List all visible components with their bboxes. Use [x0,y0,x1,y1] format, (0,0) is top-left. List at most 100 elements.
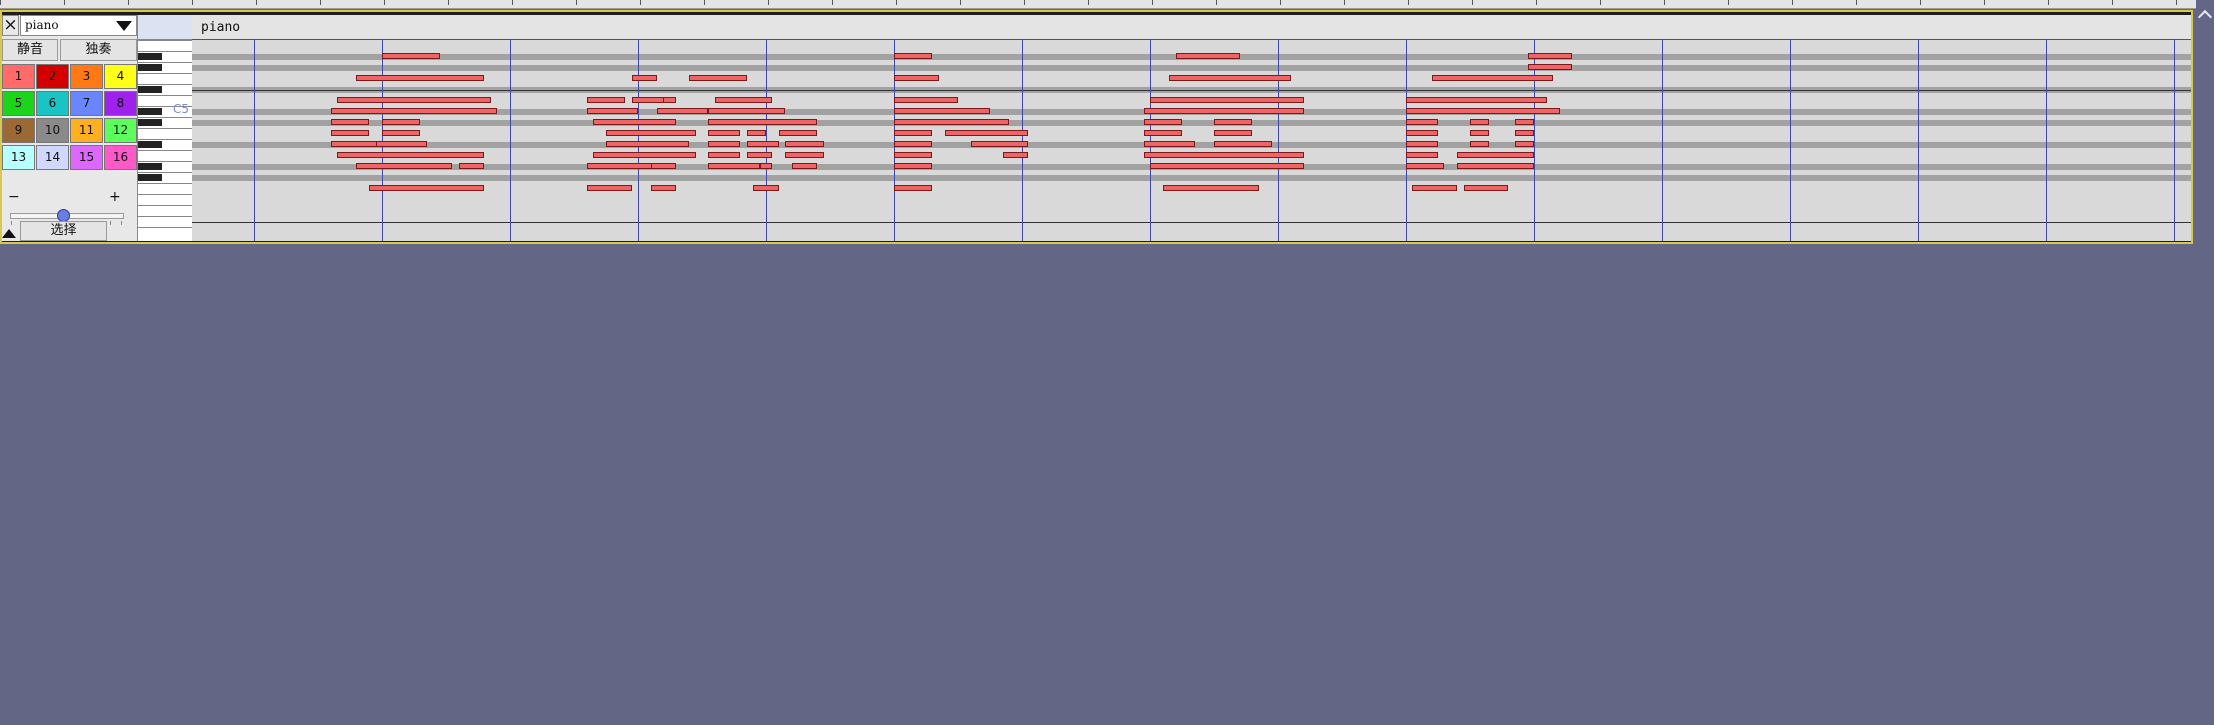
channel-button-13[interactable]: 13 [2,145,35,170]
midi-note[interactable] [1002,152,1029,158]
midi-note[interactable] [708,119,818,125]
white-key[interactable] [138,150,192,151]
white-key[interactable] [138,106,192,107]
midi-note[interactable] [1514,141,1534,147]
midi-note[interactable] [894,53,933,59]
channel-button-8[interactable]: 8 [104,91,137,116]
midi-note[interactable] [606,141,690,147]
channel-button-6[interactable]: 6 [36,91,69,116]
midi-note[interactable] [791,163,818,169]
white-key[interactable] [138,84,192,85]
piano-keyboard[interactable]: C5 [138,15,192,241]
midi-note[interactable] [1514,119,1534,125]
midi-note[interactable] [586,185,632,191]
midi-note[interactable] [1214,130,1253,136]
black-key[interactable] [138,174,162,181]
channel-button-15[interactable]: 15 [70,145,103,170]
midi-note[interactable] [1470,141,1490,147]
midi-note[interactable] [356,163,453,169]
midi-note[interactable] [458,163,485,169]
midi-note[interactable] [894,141,933,147]
white-key[interactable] [138,51,192,52]
channel-button-1[interactable]: 1 [2,64,35,89]
instrument-select[interactable]: piano [20,15,137,36]
piano-roll[interactable]: piano [192,15,2191,241]
channel-button-7[interactable]: 7 [70,91,103,116]
channel-button-14[interactable]: 14 [36,145,69,170]
white-key[interactable] [138,73,192,74]
midi-note[interactable] [1406,97,1547,103]
volume-minus-icon[interactable]: − [8,189,20,205]
midi-note[interactable] [330,130,370,136]
midi-note[interactable] [1457,163,1534,169]
white-key[interactable] [138,62,192,63]
white-key[interactable] [138,183,192,184]
white-key[interactable] [138,40,192,41]
white-key[interactable] [138,205,192,206]
black-key[interactable] [138,53,162,60]
white-key[interactable] [138,172,192,173]
midi-note[interactable] [753,185,779,191]
collapse-icon[interactable] [2,229,16,238]
midi-note[interactable] [330,119,370,125]
midi-note[interactable] [894,97,958,103]
channel-button-3[interactable]: 3 [70,64,103,89]
midi-note[interactable] [375,141,427,147]
midi-note[interactable] [1143,152,1304,158]
midi-note[interactable] [894,119,1010,125]
black-key[interactable] [138,119,162,126]
midi-note[interactable] [382,119,421,125]
midi-note[interactable] [746,141,779,147]
midi-note[interactable] [382,53,440,59]
midi-note[interactable] [1214,141,1272,147]
white-key[interactable] [138,216,192,217]
midi-note[interactable] [894,130,933,136]
black-key[interactable] [138,108,162,115]
midi-note[interactable] [708,108,786,114]
midi-note[interactable] [708,152,741,158]
channel-button-10[interactable]: 10 [36,118,69,143]
midi-note[interactable] [1457,152,1534,158]
midi-note[interactable] [894,152,933,158]
midi-note[interactable] [586,108,638,114]
midi-note[interactable] [1143,119,1182,125]
midi-note[interactable] [593,119,677,125]
midi-note[interactable] [778,130,818,136]
midi-note[interactable] [689,75,747,81]
midi-note[interactable] [631,75,658,81]
midi-note[interactable] [746,130,766,136]
channel-button-4[interactable]: 4 [104,64,137,89]
midi-note[interactable] [894,75,939,81]
white-key[interactable] [138,194,192,195]
midi-note[interactable] [1527,53,1573,59]
midi-note[interactable] [708,163,760,169]
timeline-ruler[interactable] [0,0,2214,9]
midi-note[interactable] [337,97,491,103]
midi-note[interactable] [1150,163,1304,169]
midi-note[interactable] [1169,75,1291,81]
volume-plus-icon[interactable]: + [109,189,121,205]
midi-note[interactable] [1406,152,1438,158]
midi-note[interactable] [714,97,773,103]
midi-note[interactable] [1514,130,1534,136]
midi-note[interactable] [657,108,709,114]
midi-note[interactable] [785,141,824,147]
midi-note[interactable] [650,163,677,169]
channel-button-11[interactable]: 11 [70,118,103,143]
black-key[interactable] [138,163,162,170]
midi-note[interactable] [593,152,696,158]
midi-note[interactable] [785,152,824,158]
midi-note[interactable] [337,152,485,158]
midi-note[interactable] [1470,130,1490,136]
white-key[interactable] [138,95,192,96]
white-key[interactable] [138,227,192,228]
channel-button-16[interactable]: 16 [104,145,137,170]
scroll-up-icon[interactable] [2197,9,2213,25]
mute-button[interactable]: 静音 [2,39,58,61]
midi-note[interactable] [586,97,626,103]
midi-note[interactable] [1143,108,1304,114]
midi-note[interactable] [382,130,421,136]
midi-note[interactable] [1406,141,1438,147]
midi-note[interactable] [1214,119,1253,125]
midi-note[interactable] [330,141,382,147]
